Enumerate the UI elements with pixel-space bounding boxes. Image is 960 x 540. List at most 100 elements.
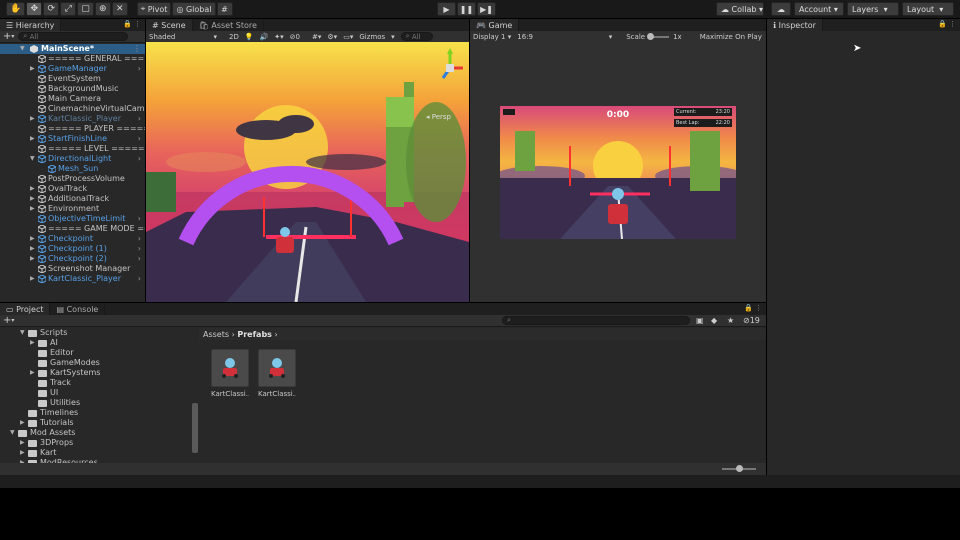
hierarchy-item[interactable]: Mesh_Sun <box>0 164 145 174</box>
gizmos-dropdown[interactable]: Gizmos ▾ <box>359 33 394 41</box>
cloud-button[interactable]: ☁ <box>771 2 791 16</box>
folder-tree-item[interactable]: ▼ Scripts <box>0 328 192 338</box>
pivot-button[interactable]: ⌖ Pivot <box>136 2 172 16</box>
display-dropdown[interactable]: Display 1 ▾ <box>473 33 511 41</box>
tab-console[interactable]: ▤ Console <box>50 303 106 315</box>
filter-type-icon[interactable]: ▣ <box>696 316 704 325</box>
hierarchy-item[interactable]: PostProcessVolume <box>0 174 145 184</box>
hierarchy-item[interactable]: ▶ StartFinishLine › <box>0 134 145 144</box>
expand-arrow-icon[interactable]: ▶ <box>30 338 35 348</box>
rect-tool-button[interactable]: ▢ <box>77 2 94 16</box>
expand-arrow-icon[interactable]: ▶ <box>30 204 35 214</box>
chevron-right-icon[interactable]: › <box>138 244 141 254</box>
hierarchy-item[interactable]: ▶ AdditionalTrack <box>0 194 145 204</box>
tab-asset-store[interactable]: 🛍 Asset Store <box>192 19 264 31</box>
chevron-right-icon[interactable]: › <box>138 64 141 74</box>
pause-button[interactable]: ❚❚ <box>457 2 476 16</box>
favorite-icon[interactable]: ★ <box>727 316 734 325</box>
scene-gizmo-icon[interactable] <box>435 48 465 88</box>
hierarchy-item[interactable]: ▶ OvalTrack <box>0 184 145 194</box>
game-viewport[interactable]: 0:00 Current: 23:20 Best Lap: 22:20 <box>500 106 736 239</box>
expand-arrow-icon[interactable]: ▶ <box>30 194 35 204</box>
filter-label-icon[interactable]: ◆ <box>711 316 717 325</box>
asset-tile[interactable]: KartClassi... <box>211 349 249 398</box>
folder-tree-item[interactable]: ▶ Tutorials <box>0 418 192 428</box>
rotate-tool-button[interactable]: ⟳ <box>43 2 60 16</box>
hierarchy-item[interactable]: ▶ KartClassic_Player › <box>0 114 145 124</box>
scene-viewport[interactable]: ◂ Persp <box>146 42 469 302</box>
hierarchy-item[interactable]: ▶ Checkpoint (2) › <box>0 254 145 264</box>
tab-scene[interactable]: # Scene <box>146 19 193 31</box>
scale-slider-thumb[interactable] <box>647 32 655 40</box>
add-dropdown-icon[interactable]: ▾ <box>11 33 14 40</box>
folder-tree-item[interactable]: ▶ AI <box>0 338 192 348</box>
collapse-arrow-icon[interactable]: ▼ <box>10 428 15 438</box>
collapse-arrow-icon[interactable]: ▼ <box>20 328 25 338</box>
scale-tool-button[interactable]: ⤢ <box>60 2 77 16</box>
expand-arrow-icon[interactable]: ▶ <box>30 368 35 378</box>
camera-icon[interactable]: ▭▾ <box>343 33 353 41</box>
create-icon[interactable]: + <box>3 315 11 326</box>
tab-inspector[interactable]: ℹ Inspector <box>767 19 823 31</box>
expand-arrow-icon[interactable]: ▶ <box>30 234 35 244</box>
hierarchy-search-input[interactable]: ⌕ All <box>18 32 129 41</box>
project-tab-menu-icon[interactable]: 🔒 ⋮ <box>744 304 762 312</box>
hand-tool-button[interactable]: ✋ <box>6 2 26 16</box>
icon-size-slider-thumb[interactable] <box>736 465 743 472</box>
hierarchy-item[interactable]: Main Camera <box>0 94 145 104</box>
custom-tool-button[interactable]: ✕ <box>111 2 128 16</box>
hierarchy-item[interactable]: ===== GAME MODE ===== <box>0 224 145 234</box>
chevron-right-icon[interactable]: › <box>138 254 141 264</box>
expand-arrow-icon[interactable]: ▶ <box>30 254 35 264</box>
folder-tree-item[interactable]: UI <box>0 388 192 398</box>
hierarchy-item[interactable]: CinemachineVirtualCamera <box>0 104 145 114</box>
collab-dropdown[interactable]: ☁ Collab ▾ <box>716 2 764 16</box>
scene-row[interactable]: ▼ MainScene* ⋮ <box>0 44 145 54</box>
grid-snap-button[interactable]: # <box>216 2 233 16</box>
folder-tree-item[interactable]: ▼ Mod Assets <box>0 428 192 438</box>
hierarchy-item[interactable]: EventSystem <box>0 74 145 84</box>
scene-search-input[interactable]: ⌕ All <box>400 32 433 41</box>
expand-arrow-icon[interactable]: ▼ <box>20 44 25 54</box>
hierarchy-item[interactable]: ▶ Environment <box>0 204 145 214</box>
hierarchy-item[interactable]: ▼ DirectionalLight › <box>0 154 145 164</box>
hidden-packages-icon[interactable]: ⊘19 <box>743 316 760 325</box>
hierarchy-item[interactable]: ▶ KartClassic_Player › <box>0 274 145 284</box>
breadcrumb-assets[interactable]: Assets <box>203 330 229 339</box>
expand-arrow-icon[interactable]: ▶ <box>20 438 25 448</box>
expand-arrow-icon[interactable]: ▶ <box>30 114 35 124</box>
hierarchy-item[interactable]: ObjectiveTimeLimit › <box>0 214 145 224</box>
scale-slider[interactable] <box>647 32 670 40</box>
effects-icon[interactable]: ✦▾ <box>274 33 283 41</box>
folder-tree-item[interactable]: ▶ KartSystems <box>0 368 192 378</box>
create-dropdown-icon[interactable]: ▾ <box>11 317 14 324</box>
hierarchy-item[interactable]: ▶ Checkpoint › <box>0 234 145 244</box>
audio-icon[interactable]: 🔊 <box>260 33 269 41</box>
folder-tree-item[interactable]: Editor <box>0 348 192 358</box>
chevron-right-icon[interactable]: › <box>138 214 141 224</box>
layout-dropdown[interactable]: Layout ▾ <box>902 2 954 16</box>
expand-arrow-icon[interactable]: ▶ <box>30 184 35 194</box>
folder-tree-item[interactable]: ▶ Kart <box>0 448 192 458</box>
asset-tile[interactable]: KartClassi... <box>258 349 296 398</box>
shading-dropdown[interactable]: Shaded ▾ <box>149 33 223 41</box>
icon-size-slider[interactable] <box>722 465 756 472</box>
project-search-input[interactable]: ⌕ <box>502 316 690 325</box>
visibility-icon[interactable]: ⊘0 <box>290 33 306 41</box>
hierarchy-item[interactable]: ===== GENERAL ===== <box>0 54 145 64</box>
folder-tree-item[interactable]: Track <box>0 378 192 388</box>
chevron-right-icon[interactable]: › <box>138 114 141 124</box>
2d-toggle[interactable]: 2D <box>229 33 239 41</box>
hierarchy-item[interactable]: Screenshot Manager <box>0 264 145 274</box>
tools-dropdown-icon[interactable]: ⚙▾ <box>327 33 337 41</box>
folder-tree-item[interactable]: GameModes <box>0 358 192 368</box>
hierarchy-item[interactable]: ===== PLAYER ===== <box>0 124 145 134</box>
scene-menu-icon[interactable]: ⋮ <box>133 44 141 54</box>
breadcrumb-prefabs[interactable]: Prefabs <box>237 330 272 339</box>
inspector-tab-menu-icon[interactable]: 🔒 ⋮ <box>938 20 956 28</box>
persp-label[interactable]: ◂ Persp <box>426 113 451 121</box>
tab-project[interactable]: ▭ Project <box>0 303 51 315</box>
transform-tool-button[interactable]: ⊕ <box>94 2 111 16</box>
layers-dropdown[interactable]: Layers ▾ <box>847 2 899 16</box>
expand-arrow-icon[interactable]: ▶ <box>20 418 25 428</box>
